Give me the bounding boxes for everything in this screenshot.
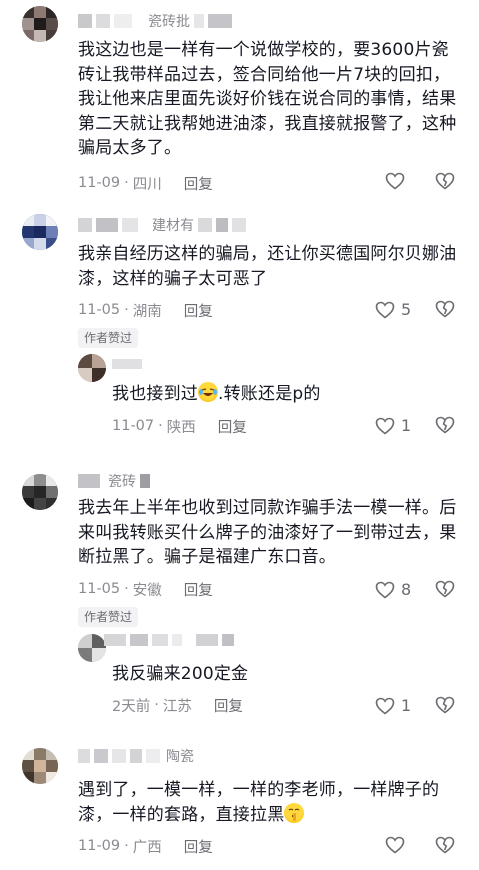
heart-outline-icon bbox=[385, 172, 405, 190]
dislike-button[interactable] bbox=[435, 416, 455, 434]
like-button[interactable] bbox=[385, 172, 405, 190]
comment-region: 四川 bbox=[132, 176, 162, 193]
reply-button[interactable]: 回复 bbox=[184, 836, 213, 857]
author-liked-badge: 作者赞过 bbox=[78, 328, 139, 348]
reply-text: 我也接到过 .转账还是p的 bbox=[112, 382, 452, 407]
reply-region: 江苏 bbox=[162, 698, 192, 715]
avatar[interactable] bbox=[22, 474, 58, 510]
comment-date: 11-05 bbox=[78, 302, 121, 318]
broken-heart-icon bbox=[435, 172, 455, 190]
like-count: 1 bbox=[401, 696, 412, 715]
username[interactable]: 瓷砖批 bbox=[78, 10, 232, 32]
comment-meta: 11-05 · 安徽 回复 bbox=[78, 577, 213, 601]
username[interactable]: 瓷砖 bbox=[78, 470, 150, 492]
reply-text-part: .转账还是p的 bbox=[218, 384, 321, 404]
reply-avatar[interactable] bbox=[78, 354, 106, 382]
reply-meta: 11-07 · 陕西 回复 bbox=[112, 414, 247, 438]
like-count: 5 bbox=[401, 300, 412, 319]
broken-heart-icon bbox=[435, 300, 455, 318]
username-text: 陶瓷 bbox=[166, 749, 194, 765]
heart-outline-icon bbox=[375, 417, 395, 435]
broken-heart-icon bbox=[435, 696, 455, 714]
reply-date: 2天前 bbox=[112, 698, 151, 715]
shushing-emoji bbox=[284, 802, 305, 823]
heart-outline-icon bbox=[375, 581, 395, 599]
comment-meta: 11-05 · 湖南 回复 bbox=[78, 298, 213, 322]
reply-meta: 2天前 · 江苏 回复 bbox=[112, 693, 243, 717]
reply-text: 我反骗来200定金 bbox=[112, 664, 249, 684]
reply-button[interactable]: 回复 bbox=[218, 416, 247, 437]
comment-region: 安徽 bbox=[132, 582, 162, 599]
comment-date: 11-05 bbox=[78, 581, 121, 597]
reply-button[interactable]: 回复 bbox=[184, 579, 213, 600]
reply-avatar[interactable] bbox=[78, 634, 106, 662]
reply-button[interactable]: 回复 bbox=[184, 300, 213, 321]
reply-date: 11-07 bbox=[112, 418, 155, 434]
like-button[interactable]: 8 bbox=[375, 580, 411, 599]
username[interactable]: 建材有 bbox=[78, 214, 246, 236]
username-text: 瓷砖批 bbox=[148, 14, 190, 30]
comment-meta: 11-09 · 广西 回复 bbox=[78, 834, 213, 858]
comment-text: 我去年上半年也收到过同款诈骗手法一模一样。后来叫我转账买什么牌子的油漆好了一到带… bbox=[78, 498, 457, 567]
dislike-button[interactable] bbox=[435, 580, 455, 598]
comment-text: 我这边也是一样有一个说做学校的，要3600片瓷砖让我带样品过去，签合同给他一片7… bbox=[78, 40, 457, 158]
comment-region: 湖南 bbox=[132, 303, 162, 320]
comment-date: 11-09 bbox=[78, 175, 121, 191]
dislike-button[interactable] bbox=[435, 696, 455, 714]
broken-heart-icon bbox=[435, 836, 455, 854]
avatar[interactable] bbox=[22, 748, 58, 784]
avatar[interactable] bbox=[22, 6, 58, 42]
like-button[interactable] bbox=[385, 836, 405, 854]
reply-username[interactable] bbox=[104, 632, 234, 648]
dislike-button[interactable] bbox=[435, 172, 455, 190]
comment-text-part: 遇到了，一模一样，一样的李老师，一样牌子的漆，一样的套路，直接拉黑 bbox=[78, 780, 440, 825]
comment-text: 我亲自经历这样的骗局，还让你买德国阿尔贝娜油漆，这样的骗子太可恶了 bbox=[78, 244, 457, 289]
laughing-crying-emoji bbox=[198, 382, 218, 402]
dislike-button[interactable] bbox=[435, 836, 455, 854]
reply-region: 陕西 bbox=[166, 419, 196, 436]
comment-region: 广西 bbox=[132, 839, 162, 856]
reply-text-part: 我也接到过 bbox=[112, 384, 198, 404]
avatar[interactable] bbox=[22, 214, 58, 250]
like-button[interactable]: 1 bbox=[375, 416, 411, 435]
reply-button[interactable]: 回复 bbox=[214, 695, 243, 716]
heart-outline-icon bbox=[375, 301, 395, 319]
reply-button[interactable]: 回复 bbox=[184, 173, 213, 194]
like-button[interactable]: 1 bbox=[375, 696, 411, 715]
comment-date: 11-09 bbox=[78, 838, 121, 854]
heart-outline-icon bbox=[385, 836, 405, 854]
heart-outline-icon bbox=[375, 697, 395, 715]
reply-username[interactable] bbox=[112, 356, 142, 372]
like-count: 8 bbox=[401, 580, 412, 599]
broken-heart-icon bbox=[435, 580, 455, 598]
broken-heart-icon bbox=[435, 416, 455, 434]
like-count: 1 bbox=[401, 416, 412, 435]
dislike-button[interactable] bbox=[435, 300, 455, 318]
username-text: 建材有 bbox=[152, 218, 194, 234]
comment-meta: 11-09 · 四川 回复 bbox=[78, 171, 213, 195]
comment-text: 遇到了，一模一样，一样的李老师，一样牌子的漆，一样的套路，直接拉黑 bbox=[78, 778, 464, 827]
like-button[interactable]: 5 bbox=[375, 300, 411, 319]
username[interactable]: 陶瓷 bbox=[78, 745, 194, 767]
author-liked-badge: 作者赞过 bbox=[78, 607, 139, 627]
username-text: 瓷砖 bbox=[108, 474, 136, 490]
